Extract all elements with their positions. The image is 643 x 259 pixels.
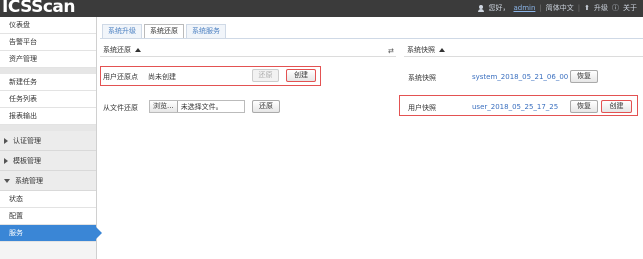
collapse-icon (135, 48, 141, 52)
section-title-text: 系统快照 (407, 46, 435, 54)
greeting-text: 您好， (488, 4, 510, 12)
user-icon (478, 4, 485, 12)
sidebar-item-alerts[interactable]: 告警平台 (0, 34, 96, 51)
user-snapshot-label: 用户快照 (408, 104, 436, 112)
sidebar-item-status[interactable]: 状态 (0, 191, 96, 208)
divider: | (539, 4, 542, 12)
collapse-icon (439, 48, 445, 52)
section-label: 模板管理 (13, 156, 41, 165)
create-restore-point-button[interactable]: 创建 (286, 69, 316, 82)
chevron-down-icon (4, 178, 10, 183)
header-user-area: 您好， admin | 简体中文 | ⬆ 升级 ⓘ 关于 (478, 3, 637, 13)
upgrade-link[interactable]: 升级 (594, 3, 608, 13)
user-snapshot-restore-button[interactable]: 恢复 (570, 100, 598, 113)
restore-from-file-button[interactable]: 还原 (252, 100, 280, 113)
snapshot-section-title[interactable]: 系统快照 (407, 45, 445, 55)
sidebar-group-main: 仪表盘 告警平台 资产管理 (0, 17, 96, 74)
section-divider (404, 56, 643, 57)
system-snapshot-restore-button[interactable]: 恢复 (570, 70, 598, 83)
file-restore-label: 从文件还原 (103, 104, 138, 112)
sidebar-item-config[interactable]: 配置 (0, 208, 96, 225)
sidebar-item-assets[interactable]: 资产管理 (0, 51, 96, 68)
sidebar-section-auth[interactable]: 认证管理 (0, 131, 96, 151)
upgrade-icon: ⬆ (584, 4, 590, 12)
section-label: 认证管理 (13, 136, 41, 145)
tab-system-restore[interactable]: 系统还原 (144, 24, 184, 38)
sidebar-item-service[interactable]: 服务 (0, 225, 102, 242)
section-title-text: 系统还原 (103, 46, 131, 54)
username-link[interactable]: admin (513, 4, 535, 12)
user-restore-label: 用户还原点 (103, 73, 138, 81)
sidebar-section-system[interactable]: 系统管理 (0, 171, 96, 191)
sidebar-item-reports[interactable]: 报表输出 (0, 108, 96, 125)
section-label: 系统管理 (15, 176, 43, 185)
divider: | (577, 4, 581, 12)
tab-system-service[interactable]: 系统服务 (186, 24, 226, 38)
language-selector[interactable]: 简体中文 (546, 3, 574, 13)
system-snapshot-label: 系统快照 (408, 74, 436, 82)
sidebar-item-dashboard[interactable]: 仪表盘 (0, 17, 96, 34)
info-icon: ⓘ (612, 4, 619, 12)
chevron-right-icon (4, 157, 8, 164)
resize-handle-icon[interactable]: ⇄ (388, 47, 394, 55)
system-snapshot-value[interactable]: system_2018_05_21_06_00 (472, 73, 568, 81)
user-restore-value: 尚未创建 (148, 73, 176, 81)
restore-button[interactable]: 还原 (252, 69, 279, 82)
file-status-text: 未选择文件。 (180, 102, 223, 111)
user-snapshot-value[interactable]: user_2018_05_25_17_25 (472, 103, 558, 111)
sidebar-item-new-task[interactable]: 新建任务 (0, 74, 96, 91)
tab-bar: 系统升级 系统还原 系统服务 (102, 24, 226, 38)
chevron-right-icon (4, 137, 8, 144)
file-input[interactable]: 浏览... 未选择文件。 (149, 100, 245, 113)
tab-underline (100, 38, 643, 39)
sidebar-section-template[interactable]: 模板管理 (0, 151, 96, 171)
sidebar-group-tasks: 新建任务 任务列表 报表输出 (0, 74, 96, 131)
browse-button[interactable]: 浏览... (150, 101, 178, 112)
sidebar-item-task-list[interactable]: 任务列表 (0, 91, 96, 108)
restore-section-title[interactable]: 系统还原 (103, 45, 141, 55)
user-snapshot-create-button[interactable]: 创建 (601, 100, 632, 113)
sidebar: 仪表盘 告警平台 资产管理 新建任务 任务列表 报表输出 认证管理 模板管理 系… (0, 17, 102, 259)
section-divider (100, 56, 396, 57)
app-logo: ICSScan (2, 0, 76, 17)
about-link[interactable]: 关于 (623, 3, 637, 13)
top-header: ICSScan 您好， admin | 简体中文 | ⬆ 升级 ⓘ 关于 (0, 0, 643, 17)
tab-system-upgrade[interactable]: 系统升级 (102, 24, 142, 38)
